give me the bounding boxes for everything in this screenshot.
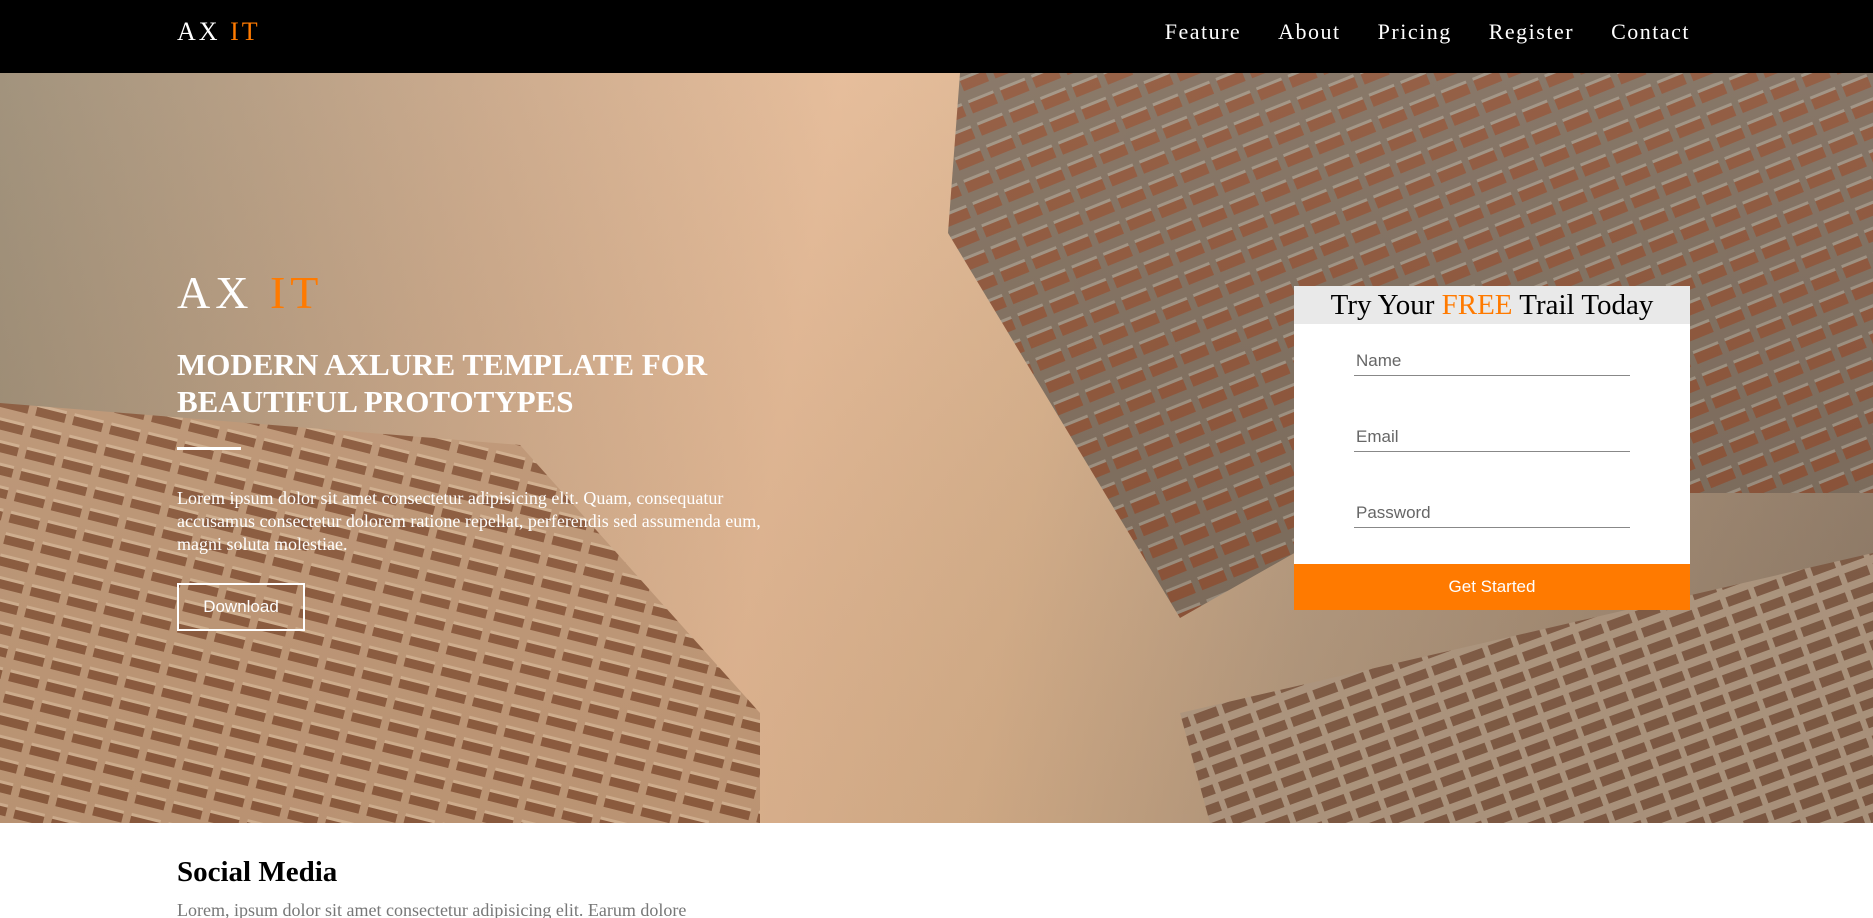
nav-link-register[interactable]: Register — [1489, 19, 1574, 45]
email-input[interactable] — [1354, 422, 1630, 452]
social-media-title: Social Media — [177, 856, 338, 888]
nav-link-contact[interactable]: Contact — [1611, 19, 1690, 45]
nav-brand-main: AX — [177, 17, 221, 46]
hero-section: AX IT MODERN AXLURE TEMPLATE FOR BEAUTIF… — [0, 73, 1873, 823]
nav-link-pricing[interactable]: Pricing — [1378, 19, 1452, 45]
get-started-button[interactable]: Get Started — [1294, 564, 1690, 610]
hero-divider — [177, 447, 241, 450]
hero-body-text: Lorem ipsum dolor sit amet consectetur a… — [177, 488, 761, 554]
top-navbar: AX IT Feature About Pricing Register Con… — [0, 0, 1873, 73]
download-button[interactable]: Download — [177, 583, 305, 631]
hero-brand: AX IT — [177, 266, 323, 319]
nav-brand-accent: IT — [230, 17, 261, 46]
nav-link-about[interactable]: About — [1278, 19, 1341, 45]
hero-brand-main: AX — [177, 267, 254, 318]
nav-brand-logo[interactable]: AX IT — [177, 17, 261, 47]
social-media-text: Lorem, ipsum dolor sit amet consectetur … — [177, 900, 687, 918]
name-input[interactable] — [1354, 346, 1630, 376]
form-title: Try Your FREE Trail Today — [1294, 286, 1690, 324]
hero-brand-accent: IT — [269, 267, 324, 318]
nav-links: Feature About Pricing Register Contact — [1165, 19, 1690, 45]
password-input[interactable] — [1354, 498, 1630, 528]
hero-headline: MODERN AXLURE TEMPLATE FOR BEAUTIFUL PRO… — [177, 347, 708, 419]
form-title-before: Try Your — [1330, 289, 1435, 321]
form-title-after: Trail Today — [1519, 289, 1654, 321]
form-title-accent: FREE — [1441, 289, 1513, 321]
trial-signup-form: Try Your FREE Trail Today Get Started — [1294, 286, 1690, 610]
nav-link-feature[interactable]: Feature — [1165, 19, 1241, 45]
